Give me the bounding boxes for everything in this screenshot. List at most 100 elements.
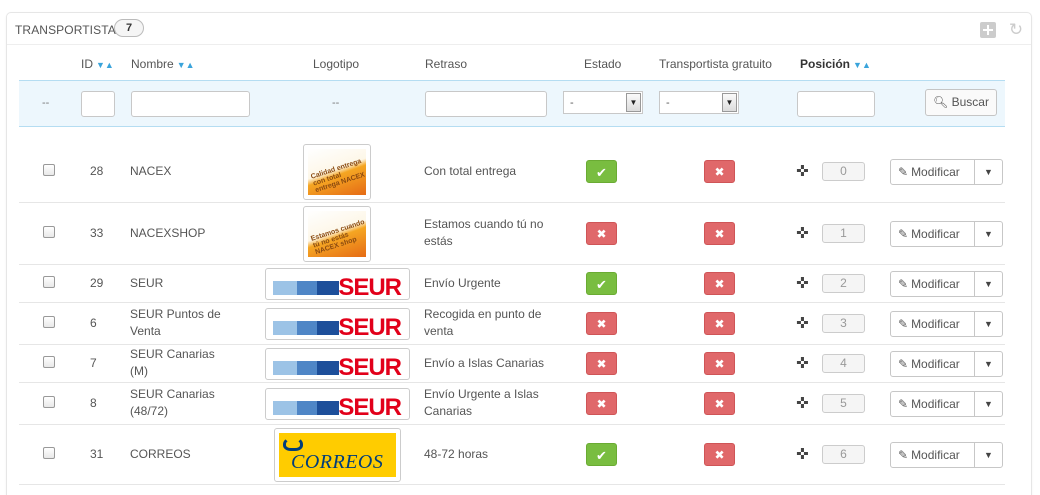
edit-button[interactable]: ✎ Modificar (890, 221, 975, 247)
row-id: 8 (90, 396, 97, 410)
row-id: 28 (90, 164, 104, 178)
drag-move-icon[interactable]: ✜ (796, 276, 809, 291)
status-enabled-icon[interactable]: ✔ (586, 443, 617, 466)
row-checkbox[interactable] (43, 396, 55, 408)
column-header-position-label: Posición (800, 57, 851, 71)
seur-wordmark: SEUR (338, 314, 402, 340)
status-enabled-icon[interactable]: ✔ (586, 272, 617, 295)
chevron-down-icon: ▼ (722, 93, 737, 112)
position-value: 6 (822, 445, 865, 464)
seur-bar-light (273, 361, 297, 375)
drag-move-icon[interactable]: ✜ (796, 164, 809, 179)
row-delay: 48-72 horas (424, 447, 489, 461)
free-disabled-icon[interactable]: ✖ (704, 272, 735, 295)
free-disabled-icon[interactable]: ✖ (704, 160, 735, 183)
seur-bar-light (273, 401, 297, 415)
drag-move-icon[interactable]: ✜ (796, 356, 809, 371)
free-disabled-icon[interactable]: ✖ (704, 443, 735, 466)
drag-move-icon[interactable]: ✜ (796, 226, 809, 241)
correos-wordmark: CORREOS (291, 451, 384, 473)
row-delay: Recogida en punto de venta (424, 307, 542, 338)
table-row[interactable]: 7 SEUR Canarias (M) SEUR Envío a Islas Cana… (19, 345, 1005, 383)
status-disabled-icon[interactable]: ✖ (586, 312, 617, 335)
column-header-name[interactable]: Nombre ▼▲ (131, 57, 195, 71)
row-actions-dropdown[interactable]: ▼ (974, 311, 1003, 337)
edit-button[interactable]: ✎ Modificar (890, 351, 975, 377)
edit-button-label: Modificar (911, 448, 960, 462)
edit-button[interactable]: ✎ Modificar (890, 159, 975, 185)
column-header-position[interactable]: Posición ▼▲ (800, 57, 871, 71)
edit-button-label: Modificar (911, 357, 960, 371)
row-name: CORREOS (130, 447, 191, 461)
seur-bar-dark (317, 401, 339, 415)
row-checkbox[interactable] (43, 447, 55, 459)
sort-arrows-icon[interactable]: ▼▲ (853, 60, 871, 70)
sort-arrows-icon[interactable]: ▼▲ (96, 60, 114, 70)
column-header-id[interactable]: ID ▼▲ (81, 57, 114, 71)
row-checkbox[interactable] (43, 276, 55, 288)
nacex-wordmark: Calidad entrega con total entrega NACEX (310, 157, 366, 195)
free-disabled-icon[interactable]: ✖ (704, 222, 735, 245)
row-delay: Estamos cuando tú no estás (424, 217, 544, 248)
carrier-logo-seur: SEUR (265, 348, 410, 380)
caret-down-icon: ▼ (984, 167, 993, 177)
table-row[interactable]: 33 NACEXSHOP Estamos cuando tú no estás NA… (19, 203, 1005, 265)
row-name: NACEX (130, 164, 172, 178)
row-actions-dropdown[interactable]: ▼ (974, 351, 1003, 377)
edit-button[interactable]: ✎ Modificar (890, 311, 975, 337)
nacexshop-wordmark: Estamos cuando tú no estás NACEX shop (310, 218, 366, 257)
row-checkbox[interactable] (43, 164, 55, 176)
status-enabled-icon[interactable]: ✔ (586, 160, 617, 183)
row-actions-dropdown[interactable]: ▼ (974, 442, 1003, 468)
status-disabled-icon[interactable]: ✖ (586, 352, 617, 375)
filter-position-input[interactable] (797, 91, 875, 117)
row-actions-dropdown[interactable]: ▼ (974, 221, 1003, 247)
edit-button[interactable]: ✎ Modificar (890, 271, 975, 297)
correos-logo-image: CORREOS (279, 433, 396, 477)
row-checkbox[interactable] (43, 356, 55, 368)
row-checkbox[interactable] (43, 226, 55, 238)
search-button[interactable]: 🔍︎ Buscar (925, 89, 997, 116)
free-disabled-icon[interactable]: ✖ (704, 352, 735, 375)
refresh-icon[interactable]: ↻ (1008, 21, 1024, 38)
filter-free-value: - (666, 97, 670, 109)
row-actions-dropdown[interactable]: ▼ (974, 391, 1003, 417)
free-disabled-icon[interactable]: ✖ (704, 392, 735, 415)
filter-name-input[interactable] (131, 91, 250, 117)
row-actions-dropdown[interactable]: ▼ (974, 159, 1003, 185)
column-header-logo: Logotipo (313, 57, 360, 71)
row-actions-dropdown[interactable]: ▼ (974, 271, 1003, 297)
filter-logo-empty: -- (332, 97, 340, 109)
pencil-icon: ✎ (898, 277, 909, 291)
row-name: NACEXSHOP (130, 226, 206, 240)
filter-delay-input[interactable] (425, 91, 547, 117)
table-row[interactable]: 6 SEUR Puntos de Venta SEUR Recogida en pun… (19, 303, 1005, 345)
filter-id-input[interactable] (81, 91, 115, 117)
row-delay: Envío Urgente (424, 276, 501, 290)
table-row[interactable]: 31 CORREOS CORREOS 48-72 horas ✔ ✖ ✜ 6 ✎ Modifica… (19, 425, 1005, 485)
sort-arrows-icon[interactable]: ▼▲ (177, 60, 195, 70)
search-icon: 🔍︎ (933, 95, 949, 109)
column-header-free: Transportista gratuito (659, 57, 772, 71)
seur-bar-light (273, 281, 297, 295)
drag-move-icon[interactable]: ✜ (796, 396, 809, 411)
add-new-icon[interactable] (980, 22, 996, 38)
status-disabled-icon[interactable]: ✖ (586, 392, 617, 415)
row-delay: Con total entrega (424, 164, 517, 178)
filter-free-select[interactable]: - ▼ (659, 91, 739, 114)
row-checkbox[interactable] (43, 316, 55, 328)
table-row[interactable]: 28 NACEX Calidad entrega con total entrega… (19, 141, 1005, 203)
table-row[interactable]: 29 SEUR SEUR Envío Urgente ✔ ✖ ✜ 2 ✎ Modificar ▼ (19, 265, 1005, 303)
pencil-icon: ✎ (898, 227, 909, 241)
row-id: 31 (90, 447, 104, 461)
edit-button-label: Modificar (911, 277, 960, 291)
table-row[interactable]: 8 SEUR Canarias (48/72) SEUR Envío Urgente … (19, 383, 1005, 425)
edit-button[interactable]: ✎ Modificar (890, 391, 975, 417)
status-disabled-icon[interactable]: ✖ (586, 222, 617, 245)
filter-status-select[interactable]: - ▼ (563, 91, 643, 114)
drag-move-icon[interactable]: ✜ (796, 447, 809, 462)
drag-move-icon[interactable]: ✜ (796, 316, 809, 331)
free-disabled-icon[interactable]: ✖ (704, 312, 735, 335)
seur-bar-mid (297, 361, 317, 375)
edit-button[interactable]: ✎ Modificar (890, 442, 975, 468)
